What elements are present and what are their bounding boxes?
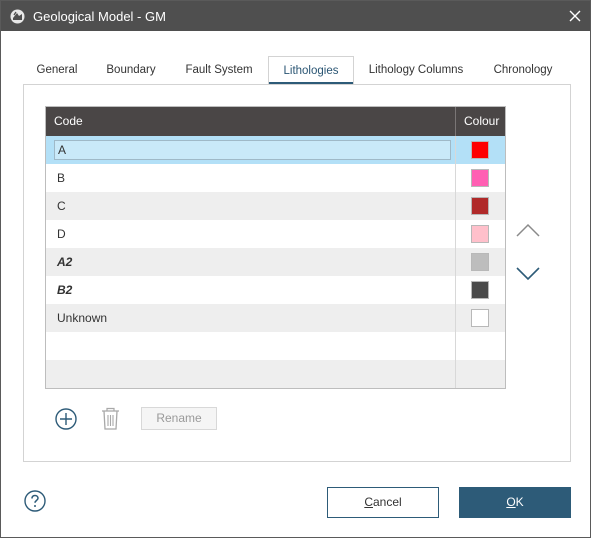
tab-lithologies[interactable]: Lithologies — [268, 56, 354, 85]
column-header-colour[interactable]: Colour — [464, 107, 499, 136]
column-divider — [455, 136, 456, 388]
delete-button[interactable] — [101, 407, 120, 430]
colour-swatch[interactable] — [471, 253, 489, 271]
table-row[interactable]: Unknown — [46, 304, 505, 332]
code-cell: C — [57, 199, 66, 213]
table-row[interactable]: B — [46, 164, 505, 192]
colour-swatch[interactable] — [471, 309, 489, 327]
close-icon — [569, 10, 581, 22]
code-cell: D — [57, 227, 66, 241]
plus-circle-icon — [55, 408, 77, 430]
cancel-button[interactable]: Cancel — [327, 487, 439, 518]
trash-icon — [102, 407, 119, 430]
colour-swatch[interactable] — [471, 169, 489, 187]
chevron-up-icon — [516, 223, 540, 237]
table-row[interactable]: C — [46, 192, 505, 220]
tab-fault-system[interactable]: Fault System — [175, 56, 263, 85]
colour-swatch[interactable] — [471, 225, 489, 243]
rename-button[interactable]: Rename — [141, 407, 217, 430]
code-edit-field[interactable]: A — [54, 140, 451, 160]
empty-row — [46, 360, 505, 388]
colour-swatch[interactable] — [471, 281, 489, 299]
code-edit-value: A — [58, 143, 67, 157]
help-button[interactable] — [24, 490, 46, 512]
close-button[interactable] — [560, 1, 590, 31]
lithologies-table: Code Colour A B C D A2 B2 Unknown — [45, 106, 506, 389]
tab-lithology-columns[interactable]: Lithology Columns — [359, 56, 473, 85]
header-divider — [455, 107, 456, 136]
tab-bar: General Boundary Fault System Lithologie… — [23, 56, 571, 85]
empty-row — [46, 332, 505, 360]
tab-general[interactable]: General — [27, 56, 87, 85]
table-row[interactable]: A — [46, 136, 505, 164]
table-header: Code Colour — [46, 107, 505, 136]
table-row[interactable]: B2 — [46, 276, 505, 304]
colour-swatch[interactable] — [471, 197, 489, 215]
question-circle-icon — [24, 490, 46, 512]
colour-swatch[interactable] — [471, 141, 489, 159]
app-logo-icon — [10, 9, 25, 24]
title-bar: Geological Model - GM — [1, 1, 590, 31]
add-button[interactable] — [55, 408, 77, 430]
move-down-button[interactable] — [515, 263, 541, 283]
tab-chronology[interactable]: Chronology — [483, 56, 563, 85]
column-header-code[interactable]: Code — [54, 107, 83, 136]
dialog-window: Geological Model - GM General Boundary F… — [0, 0, 591, 538]
code-cell: B — [57, 171, 66, 185]
move-up-button[interactable] — [515, 221, 541, 241]
table-row[interactable]: A2 — [46, 248, 505, 276]
window-title: Geological Model - GM — [33, 9, 166, 24]
code-cell: Unknown — [57, 311, 108, 325]
code-cell: A2 — [57, 255, 73, 269]
tab-boundary[interactable]: Boundary — [97, 56, 165, 85]
lithologies-panel: Code Colour A B C D A2 B2 Unknown Rename — [23, 84, 571, 462]
ok-button[interactable]: OK — [459, 487, 571, 518]
code-cell: B2 — [57, 283, 73, 297]
chevron-down-icon — [516, 267, 540, 281]
table-row[interactable]: D — [46, 220, 505, 248]
